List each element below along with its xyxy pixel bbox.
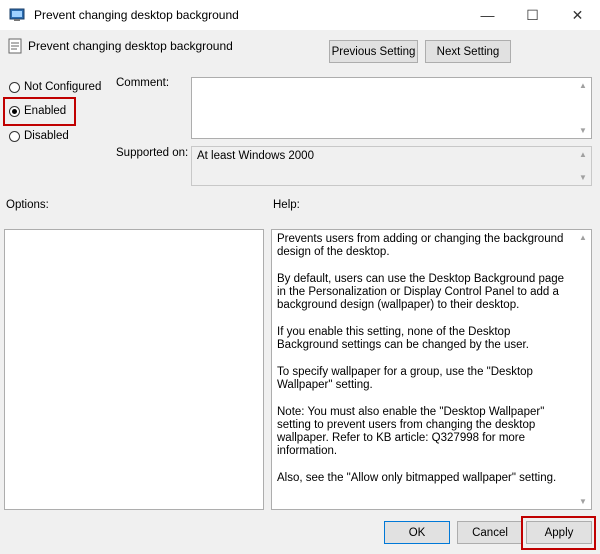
help-paragraph: To specify wallpaper for a group, use th… — [277, 366, 533, 391]
help-paragraph: By default, users can use the Desktop Ba… — [277, 273, 565, 311]
disabled-label: Disabled — [24, 130, 69, 142]
close-button[interactable]: ✕ — [555, 0, 600, 30]
scroll-up-icon[interactable]: ▲ — [579, 233, 587, 242]
help-pane: Prevents users from adding or changing t… — [271, 229, 592, 510]
help-paragraph: If you enable this setting, none of the … — [277, 326, 529, 351]
not-configured-option[interactable]: Not Configured — [9, 81, 101, 93]
supported-on-value: At least Windows 2000 — [197, 150, 314, 162]
scroll-down-icon[interactable]: ▼ — [579, 126, 587, 135]
ok-button[interactable]: OK — [384, 521, 450, 544]
enabled-radio[interactable] — [9, 105, 20, 117]
scroll-down-icon[interactable]: ▼ — [579, 497, 587, 506]
disabled-radio[interactable] — [9, 130, 20, 142]
policy-editor-icon — [9, 7, 25, 23]
help-paragraph: Note: You must also enable the "Desktop … — [277, 406, 545, 457]
policy-name: Prevent changing desktop background — [28, 39, 233, 53]
help-paragraph: Also, see the "Allow only bitmapped wall… — [277, 472, 557, 484]
help-scrollbar[interactable]: ▲ ▼ — [575, 230, 591, 509]
not-configured-radio[interactable] — [9, 81, 20, 93]
help-paragraph: Prevents users from adding or changing t… — [277, 233, 564, 258]
apply-button[interactable]: Apply — [526, 521, 592, 544]
policy-setting-icon — [7, 38, 23, 54]
window-title: Prevent changing desktop background — [34, 8, 239, 22]
supported-on-field: At least Windows 2000 ▲ ▼ — [191, 146, 592, 186]
options-pane — [4, 229, 264, 510]
comment-scrollbar[interactable]: ▲ ▼ — [575, 78, 591, 138]
comment-value — [192, 78, 591, 84]
supported-on-label: Supported on: — [116, 147, 189, 159]
help-text: Prevents users from adding or changing t… — [277, 233, 574, 499]
previous-setting-button[interactable]: Previous Setting — [329, 40, 418, 63]
scroll-up-icon[interactable]: ▲ — [579, 150, 587, 159]
options-label: Options: — [6, 199, 49, 211]
cancel-button[interactable]: Cancel — [457, 521, 523, 544]
scroll-down-icon[interactable]: ▼ — [579, 173, 587, 182]
enabled-option[interactable]: Enabled — [9, 105, 66, 117]
comment-label: Comment: — [116, 77, 170, 89]
comment-field[interactable]: ▲ ▼ — [191, 77, 592, 139]
disabled-option[interactable]: Disabled — [9, 130, 69, 142]
enabled-label: Enabled — [24, 105, 67, 117]
help-label: Help: — [273, 199, 300, 211]
scroll-up-icon[interactable]: ▲ — [579, 81, 587, 90]
next-setting-button[interactable]: Next Setting — [425, 40, 511, 63]
maximize-button[interactable]: ☐ — [510, 0, 555, 30]
supported-scrollbar[interactable]: ▲ ▼ — [575, 147, 591, 185]
minimize-button[interactable]: — — [465, 0, 510, 30]
not-configured-label: Not Configured — [24, 81, 102, 93]
